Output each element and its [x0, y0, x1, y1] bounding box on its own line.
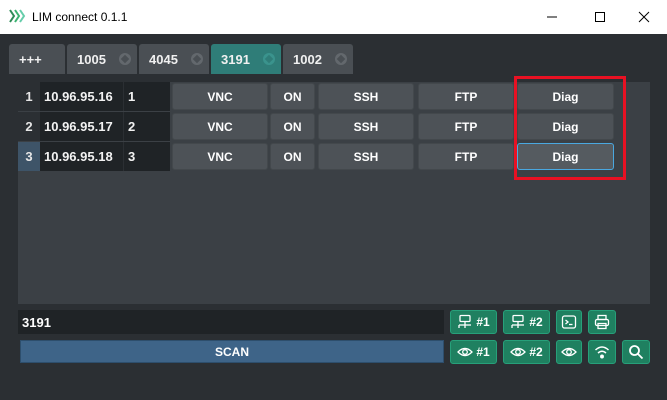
tab-name-input[interactable]: 3191 — [18, 310, 444, 334]
tab-label: 3191 — [221, 51, 250, 67]
search-button[interactable] — [622, 340, 650, 364]
tab-bar: +++ 1005 4045 3191 1002 — [0, 34, 667, 74]
tab-label: 1002 — [293, 51, 322, 67]
tab-4045[interactable]: 4045 — [139, 44, 209, 74]
tab-1002[interactable]: 1002 — [283, 44, 353, 74]
tab-close-icon[interactable] — [119, 53, 131, 65]
print-button[interactable] — [588, 310, 616, 334]
tab-add[interactable]: +++ — [9, 44, 65, 74]
host-index[interactable]: 3 — [124, 142, 170, 171]
vnc-button[interactable]: VNC — [172, 143, 268, 170]
network-2-button[interactable]: #2 — [503, 310, 550, 334]
terminal-icon — [561, 315, 577, 329]
on-button[interactable]: ON — [270, 143, 315, 170]
view-1-button[interactable]: #1 — [450, 340, 497, 364]
tab-label: 4045 — [149, 51, 178, 67]
host-ip[interactable]: 10.96.95.17 — [40, 112, 124, 141]
scan-button[interactable]: SCAN — [20, 340, 444, 363]
close-button[interactable] — [621, 0, 667, 34]
network-icon — [458, 314, 472, 328]
ssh-button[interactable]: SSH — [318, 83, 414, 110]
host-index[interactable]: 1 — [124, 82, 170, 111]
tool-label: #1 — [476, 315, 490, 329]
tab-close-icon[interactable] — [191, 53, 203, 65]
network-1-button[interactable]: #1 — [450, 310, 497, 334]
ftp-button[interactable]: FTP — [418, 113, 514, 140]
maximize-button[interactable] — [577, 0, 623, 34]
row-number: 3 — [18, 142, 40, 171]
tool-label: #2 — [529, 315, 543, 329]
wifi-icon — [594, 346, 610, 359]
row-number: 1 — [18, 82, 40, 111]
ssh-button[interactable]: SSH — [318, 113, 414, 140]
eye-icon — [457, 347, 474, 357]
terminal-button[interactable] — [556, 310, 582, 334]
title-bar: LIM connect 0.1.1 — [0, 0, 667, 34]
ftp-button[interactable]: FTP — [418, 83, 514, 110]
printer-icon — [594, 314, 610, 330]
tab-close-icon[interactable] — [335, 53, 347, 65]
minimize-icon — [547, 16, 557, 18]
tab-close-icon[interactable] — [263, 53, 275, 65]
view-button[interactable] — [556, 340, 582, 364]
highlight-box — [514, 76, 626, 180]
ftp-button[interactable]: FTP — [418, 143, 514, 170]
close-icon — [638, 11, 650, 23]
search-icon — [629, 345, 644, 360]
eye-icon — [561, 347, 577, 357]
tab-1005[interactable]: 1005 — [67, 44, 137, 74]
minimize-button[interactable] — [529, 0, 575, 34]
tab-label: 1005 — [77, 51, 106, 67]
maximize-icon — [595, 12, 605, 22]
vnc-button[interactable]: VNC — [172, 113, 268, 140]
lim-logo-icon — [9, 9, 26, 23]
on-button[interactable]: ON — [270, 113, 315, 140]
tool-label: #2 — [529, 345, 543, 359]
tab-label: +++ — [19, 51, 42, 67]
host-ip[interactable]: 10.96.95.16 — [40, 82, 124, 111]
ssh-button[interactable]: SSH — [318, 143, 414, 170]
tool-label: #1 — [476, 345, 490, 359]
network-icon — [511, 314, 525, 328]
wifi-button[interactable] — [588, 340, 616, 364]
vnc-button[interactable]: VNC — [172, 83, 268, 110]
tab-3191[interactable]: 3191 — [211, 44, 281, 74]
host-index[interactable]: 2 — [124, 112, 170, 141]
view-2-button[interactable]: #2 — [503, 340, 550, 364]
window-title: LIM connect 0.1.1 — [32, 10, 128, 24]
eye-icon — [510, 347, 527, 357]
row-number: 2 — [18, 112, 40, 141]
host-ip[interactable]: 10.96.95.18 — [40, 142, 124, 171]
on-button[interactable]: ON — [270, 83, 315, 110]
